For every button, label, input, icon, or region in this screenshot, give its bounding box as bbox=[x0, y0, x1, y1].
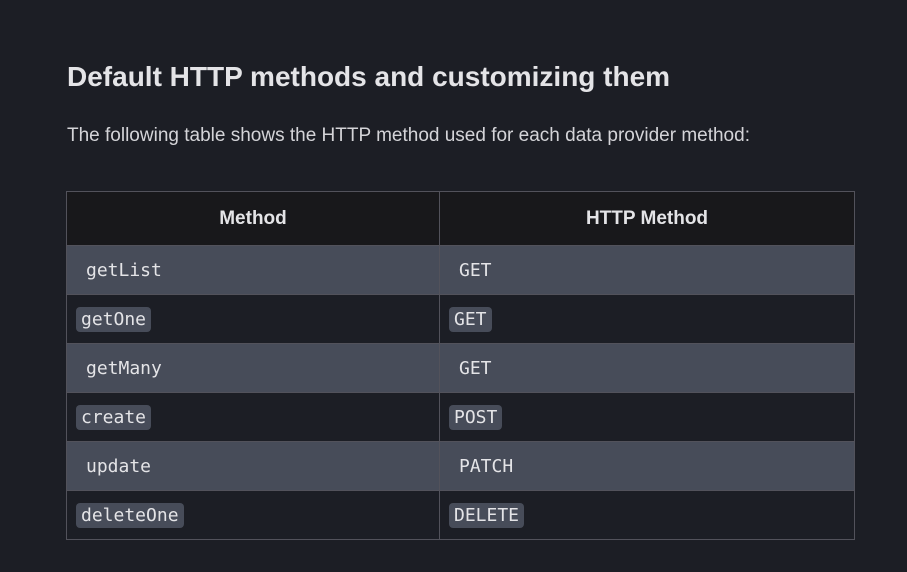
method-code: getMany bbox=[86, 357, 162, 379]
method-cell: getMany bbox=[66, 343, 440, 393]
http-cell: PATCH bbox=[439, 441, 855, 491]
method-code: deleteOne bbox=[76, 502, 184, 528]
method-code: getOne bbox=[76, 306, 152, 332]
http-cell: POST bbox=[439, 392, 855, 442]
method-code: getList bbox=[86, 259, 162, 281]
column-header-method: Method bbox=[66, 191, 440, 246]
table-row: getList GET bbox=[66, 245, 855, 295]
http-code: GET bbox=[459, 259, 492, 281]
table-row: update PATCH bbox=[66, 441, 855, 491]
method-cell: deleteOne bbox=[66, 490, 440, 540]
http-cell: DELETE bbox=[439, 490, 855, 540]
http-cell: GET bbox=[439, 245, 855, 295]
section-heading: Default HTTP methods and customizing the… bbox=[67, 61, 671, 92]
table-header-row: Method HTTP Method bbox=[66, 191, 855, 246]
method-cell: update bbox=[66, 441, 440, 491]
method-cell: create bbox=[66, 392, 440, 442]
http-cell: GET bbox=[439, 294, 855, 344]
intro-paragraph: The following table shows the HTTP metho… bbox=[67, 125, 750, 146]
http-methods-table: Method HTTP Method getList GET getOne GE… bbox=[66, 191, 855, 540]
table-row: getOne GET bbox=[66, 294, 855, 344]
method-cell: getList bbox=[66, 245, 440, 295]
http-code: GET bbox=[459, 357, 492, 379]
column-header-http-method: HTTP Method bbox=[439, 191, 855, 246]
table-row: deleteOne DELETE bbox=[66, 490, 855, 540]
http-cell: GET bbox=[439, 343, 855, 393]
method-code: update bbox=[86, 455, 152, 477]
method-code: create bbox=[76, 404, 152, 430]
table-row: getMany GET bbox=[66, 343, 855, 393]
http-code: GET bbox=[449, 306, 492, 332]
http-code: DELETE bbox=[449, 502, 525, 528]
method-cell: getOne bbox=[66, 294, 440, 344]
http-code: PATCH bbox=[459, 455, 514, 477]
table-row: create POST bbox=[66, 392, 855, 442]
http-code: POST bbox=[449, 404, 503, 430]
